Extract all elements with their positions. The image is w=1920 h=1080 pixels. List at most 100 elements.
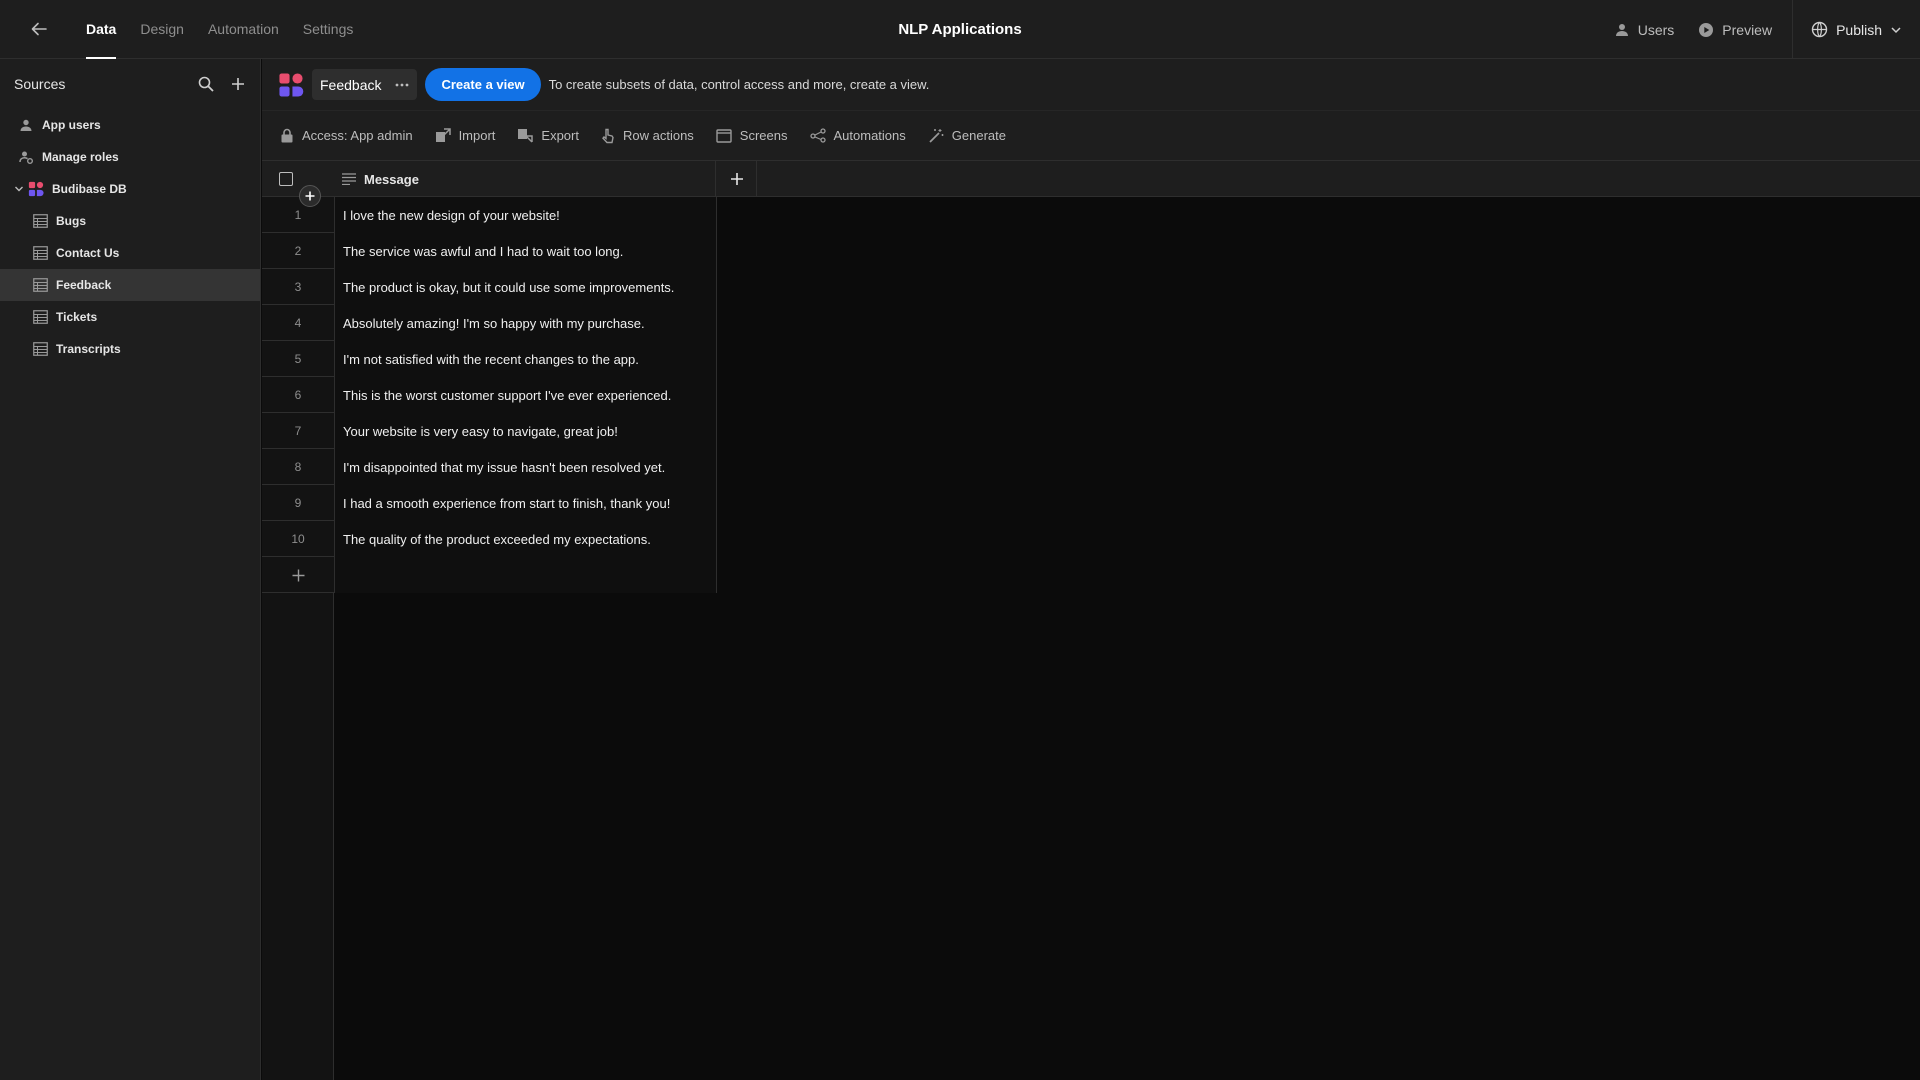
import-icon [435, 128, 451, 142]
add-row-button[interactable] [299, 185, 321, 207]
table-row[interactable]: 1 I love the new design of your website! [262, 197, 717, 233]
table-row[interactable]: 3 The product is okay, but it could use s… [262, 269, 717, 305]
chevron-down-icon [1891, 26, 1901, 33]
message-cell[interactable]: The service was awful and I had to wait … [334, 233, 717, 269]
sidebar-item-label: Tickets [56, 310, 98, 324]
globe-icon [1811, 21, 1828, 38]
message-cell[interactable]: This is the worst customer support I've … [334, 377, 717, 413]
new-row-cell[interactable] [334, 557, 717, 593]
column-label: Message [364, 171, 419, 187]
sidebar-item-label: Budibase DB [52, 182, 127, 196]
message-cell[interactable]: The product is okay, but it could use so… [334, 269, 717, 305]
pointer-icon [602, 128, 614, 143]
table-toolbar: Access: App admin Import Export Row acti… [262, 111, 1920, 161]
create-view-hint: To create subsets of data, control acces… [548, 77, 930, 92]
table-icon [32, 278, 48, 292]
sidebar-item-label: Contact Us [56, 246, 120, 260]
new-row[interactable] [262, 557, 717, 593]
add-column-button[interactable] [717, 161, 757, 197]
budibase-logo-icon [279, 72, 304, 97]
row-number: 8 [294, 460, 302, 474]
table-icon [32, 214, 48, 228]
table-row[interactable]: 2 The service was awful and I had to wait… [262, 233, 717, 269]
row-number: 7 [294, 424, 302, 438]
message-cell[interactable]: I'm disappointed that my issue hasn't be… [334, 449, 717, 485]
message-cell[interactable]: Absolutely amazing! I'm so happy with my… [334, 305, 717, 341]
table-icon [32, 246, 48, 260]
row-number: 9 [294, 496, 302, 510]
plus-icon [730, 173, 743, 185]
message-cell[interactable]: I love the new design of your website! [334, 197, 717, 233]
sidebar-item-label: Bugs [56, 214, 86, 228]
sidebar-item-label: App users [42, 118, 101, 132]
screens-button[interactable]: Screens [716, 128, 788, 143]
tab-design[interactable]: Design [128, 0, 196, 59]
access-label: Access: App admin [302, 128, 413, 143]
automation-icon [809, 128, 826, 143]
top-actions: Users Preview Publish [1602, 0, 1920, 59]
table-row[interactable]: 6 This is the worst customer support I've… [262, 377, 717, 413]
add-icon[interactable] [230, 76, 246, 92]
table-icon [32, 310, 48, 324]
import-button[interactable]: Import [435, 128, 496, 143]
sidebar-item-budibase-db[interactable]: Budibase DB [0, 173, 260, 205]
create-view-button[interactable]: Create a view [425, 68, 541, 101]
table-name-chip[interactable]: Feedback [312, 69, 418, 100]
export-icon [518, 129, 534, 143]
plus-icon [292, 569, 304, 581]
table-row[interactable]: 9 I had a smooth experience from start to… [262, 485, 717, 521]
more-icon[interactable] [395, 83, 409, 87]
budibase-logo-icon [28, 181, 44, 197]
message-cell[interactable]: The quality of the product exceeded my e… [334, 521, 717, 557]
row-number: 1 [294, 208, 302, 222]
chevron-down-icon[interactable] [14, 184, 24, 194]
table-row[interactable]: 4 Absolutely amazing! I'm so happy with m… [262, 305, 717, 341]
new-row-button[interactable] [262, 557, 334, 593]
tab-data[interactable]: Data [74, 0, 128, 59]
sidebar-item-label: Manage roles [42, 150, 119, 164]
grid-rows: 1I love the new design of your website! … [262, 197, 717, 593]
sidebar-title: Sources [14, 76, 66, 92]
screen-icon [716, 128, 732, 143]
publish-button[interactable]: Publish [1792, 0, 1920, 59]
table-row[interactable]: 5 I'm not satisfied with the recent chang… [262, 341, 717, 377]
table-row[interactable]: 8 I'm disappointed that my issue hasn't b… [262, 449, 717, 485]
main-panel: Feedback Create a view To create subsets… [262, 59, 1920, 1080]
preview-label: Preview [1722, 21, 1773, 38]
user-icon [20, 119, 32, 131]
users-label: Users [1637, 21, 1675, 38]
table-icon [32, 342, 48, 356]
search-icon[interactable] [198, 76, 214, 92]
row-actions-button[interactable]: Row actions [601, 128, 694, 144]
table-row[interactable]: 10 The quality of the product exceeded my… [262, 521, 717, 557]
export-button[interactable]: Export [517, 128, 579, 143]
automations-button[interactable]: Automations [809, 128, 906, 143]
sidebar-item-app-users[interactable]: App users [0, 109, 260, 141]
column-header-message[interactable]: Message [334, 161, 716, 197]
preview-button[interactable]: Preview [1686, 22, 1784, 38]
sidebar-item-manage-roles[interactable]: Manage roles [0, 141, 260, 173]
back-button[interactable] [20, 10, 58, 48]
sidebar-item-tickets[interactable]: Tickets [0, 301, 260, 333]
sidebar-item-contact-us[interactable]: Contact Us [0, 237, 260, 269]
sidebar-item-bugs[interactable]: Bugs [0, 205, 260, 237]
text-lines-icon [342, 173, 356, 185]
import-label: Import [458, 128, 496, 143]
message-cell[interactable]: Your website is very easy to navigate, g… [334, 413, 717, 449]
sidebar-item-feedback[interactable]: Feedback [0, 269, 260, 301]
tab-automation[interactable]: Automation [196, 0, 291, 59]
user-icon [1615, 23, 1628, 36]
row-number: 6 [294, 388, 302, 402]
table-header-bar: Feedback Create a view To create subsets… [262, 59, 1920, 111]
message-cell[interactable]: I had a smooth experience from start to … [334, 485, 717, 521]
select-all-checkbox[interactable] [279, 172, 293, 186]
generate-button[interactable]: Generate [928, 128, 1006, 144]
export-label: Export [541, 128, 579, 143]
tab-settings[interactable]: Settings [291, 0, 366, 59]
table-row[interactable]: 7 Your website is very easy to navigate, … [262, 413, 717, 449]
sidebar-item-transcripts[interactable]: Transcripts [0, 333, 260, 365]
row-number: 4 [294, 316, 302, 330]
access-button[interactable]: Access: App admin [280, 128, 413, 143]
message-cell[interactable]: I'm not satisfied with the recent change… [334, 341, 717, 377]
users-button[interactable]: Users [1602, 22, 1687, 38]
